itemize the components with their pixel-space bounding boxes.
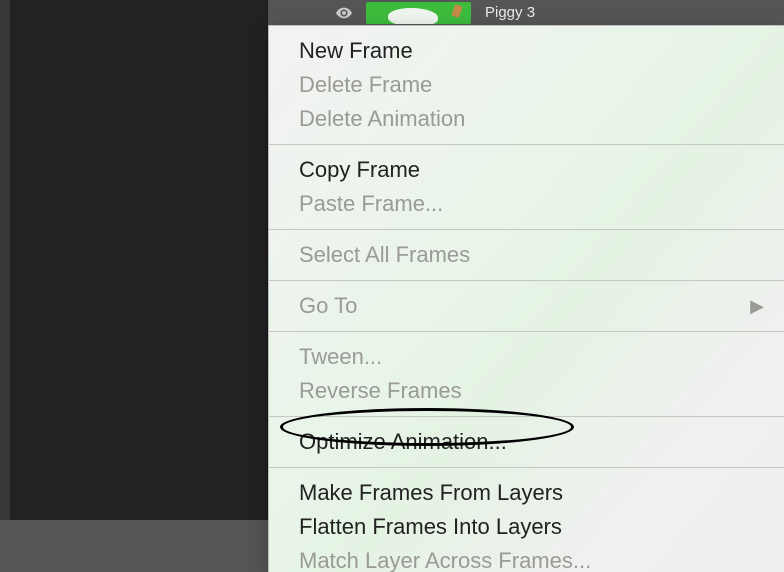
menu-separator (269, 144, 784, 145)
menu-separator (269, 229, 784, 230)
menu-item-go-to: Go To ▶ (269, 289, 784, 323)
menu-item-flatten-frames-into-layers[interactable]: Flatten Frames Into Layers (269, 510, 784, 544)
menu-separator (269, 467, 784, 468)
layer-thumbnail[interactable] (366, 2, 471, 24)
menu-item-tween: Tween... (269, 340, 784, 374)
menu-item-paste-frame: Paste Frame... (269, 187, 784, 221)
visibility-eye-icon[interactable] (336, 5, 352, 21)
menu-separator (269, 331, 784, 332)
timeline-panel-menu: New Frame Delete Frame Delete Animation … (268, 25, 784, 572)
menu-item-delete-animation: Delete Animation (269, 102, 784, 136)
menu-item-optimize-animation[interactable]: Optimize Animation... (269, 425, 784, 459)
menu-item-make-frames-from-layers[interactable]: Make Frames From Layers (269, 476, 784, 510)
menu-item-label: Go To (299, 293, 357, 318)
layer-row[interactable]: Piggy 3 (268, 0, 784, 26)
menu-item-copy-frame[interactable]: Copy Frame (269, 153, 784, 187)
menu-item-match-layer-across-frames: Match Layer Across Frames... (269, 544, 784, 572)
layer-name-label: Piggy 3 (485, 4, 535, 21)
left-gutter (0, 0, 10, 520)
menu-item-select-all-frames: Select All Frames (269, 238, 784, 272)
menu-item-delete-frame: Delete Frame (269, 68, 784, 102)
submenu-arrow-icon: ▶ (750, 292, 764, 320)
menu-separator (269, 280, 784, 281)
menu-separator (269, 416, 784, 417)
menu-item-new-frame[interactable]: New Frame (269, 34, 784, 68)
dark-panel (10, 0, 268, 520)
menu-item-reverse-frames: Reverse Frames (269, 374, 784, 408)
